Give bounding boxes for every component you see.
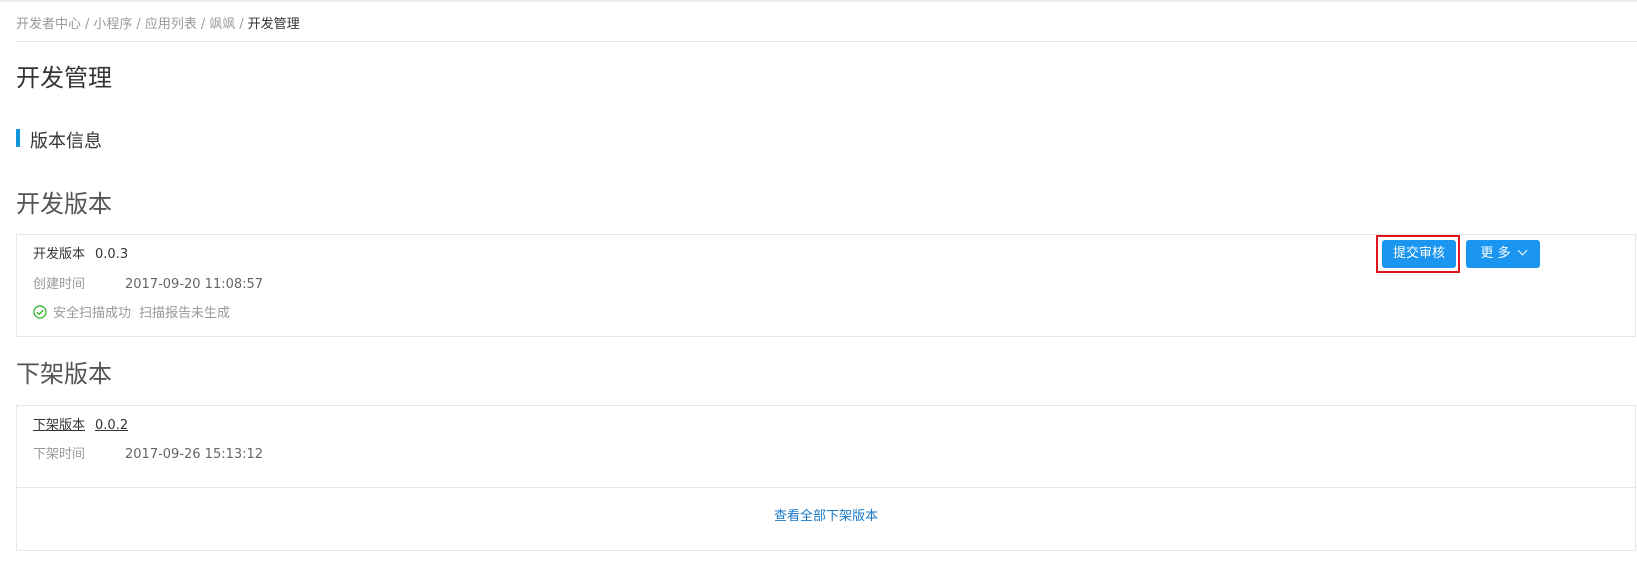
check-circle-icon [33,305,47,319]
breadcrumb-separator: / [85,17,90,32]
breadcrumb-separator: / [200,17,206,32]
dev-created-label: 创建时间 [33,277,86,292]
top-border [0,0,1637,2]
section-accent-bar [16,129,20,147]
breadcrumb-item-current: 开发管理 [247,17,300,32]
dev-version-heading: 开发版本 [16,190,112,218]
page: 开发者中心 / 小程序 / 应用列表 / 飒飒 / 开发管理 开发管理 版本信息 开发版本 开发… [0,0,1637,564]
breadcrumb-separator: / [239,17,244,32]
chevron-down-icon [1517,245,1528,256]
more-dropdown-button[interactable]: 更 多 [1466,240,1540,268]
scan-status-row: 安全扫描成功 扫描报告未生成 [33,302,230,321]
dev-version-row: 开发版本 0.0.3 [33,243,128,262]
offline-version-value[interactable]: 0.0.2 [95,418,128,433]
breadcrumb-separator: / [136,17,141,32]
breadcrumb-item-app-name[interactable]: 飒飒 [209,17,235,32]
page-title: 开发管理 [16,64,112,92]
offline-version-label[interactable]: 下架版本 [33,418,85,433]
submit-review-button[interactable]: 提交审核 [1382,240,1456,268]
card-divider [17,487,1635,488]
breadcrumb-item-developer-center[interactable]: 开发者中心 [16,17,81,32]
scan-report-text: 扫描报告未生成 [139,306,231,321]
dev-created-row: 创建时间 2017-09-20 11:08:57 [33,273,263,292]
view-all-offline-link[interactable]: 查看全部下架版本 [17,505,1635,524]
offline-version-row[interactable]: 下架版本 0.0.2 [33,414,128,433]
offline-time-row: 下架时间 2017-09-26 15:13:12 [33,443,263,462]
breadcrumb-item-mini-program[interactable]: 小程序 [93,17,132,32]
dev-version-label: 开发版本 [33,247,86,262]
breadcrumb-item-app-list[interactable]: 应用列表 [145,17,197,32]
section-title: 版本信息 [30,131,102,152]
scan-status-text: 安全扫描成功 [53,306,132,321]
offline-time-label: 下架时间 [33,447,86,462]
more-button-label: 更 多 [1480,246,1511,261]
dev-version-value: 0.0.3 [95,247,129,262]
dev-created-value: 2017-09-20 11:08:57 [125,277,264,292]
breadcrumb-divider [16,41,1637,42]
offline-time-value: 2017-09-26 15:13:12 [125,447,264,462]
offline-version-heading: 下架版本 [16,360,112,388]
breadcrumb: 开发者中心 / 小程序 / 应用列表 / 飒飒 / 开发管理 [16,13,300,32]
offline-version-card: 下架版本 0.0.2 下架时间 2017-09-26 15:13:12 查看全部下架… [16,405,1636,551]
